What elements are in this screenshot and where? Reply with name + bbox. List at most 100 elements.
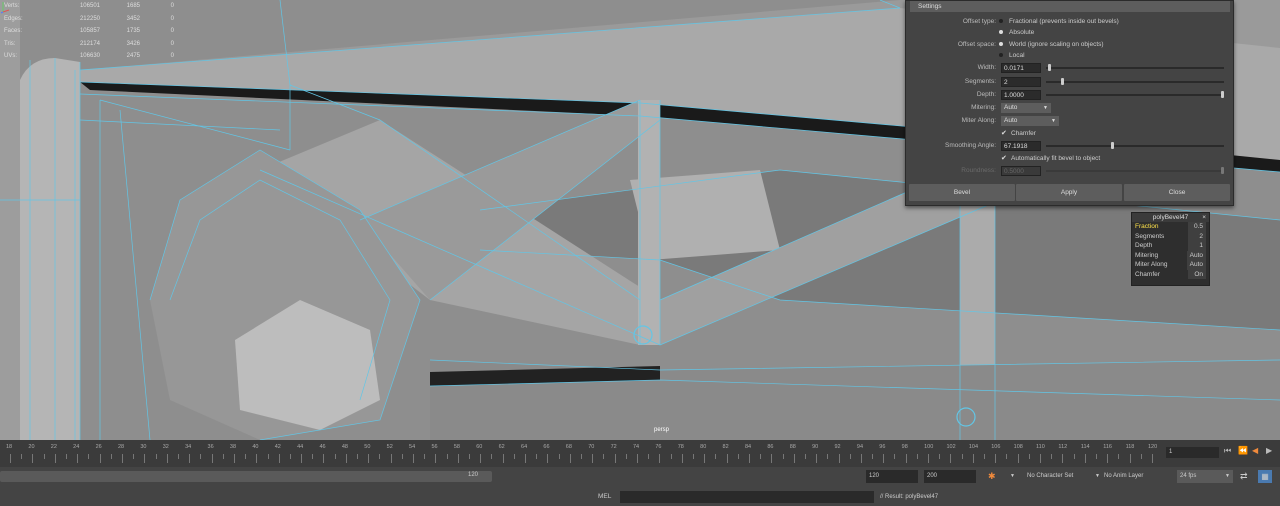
depth-slider[interactable] [1046, 94, 1224, 96]
close-icon[interactable]: × [1202, 213, 1206, 222]
character-set-dropdown[interactable]: No Character Set [1027, 470, 1073, 483]
auto-fit-label: Automatically fit bevel to object [1011, 155, 1101, 162]
timeline-tick [278, 454, 280, 463]
timeline-tick [614, 454, 616, 463]
range-slider-track[interactable] [0, 471, 492, 482]
timeline-tick [984, 454, 986, 459]
channel-row[interactable]: Segments 2 [1132, 231, 1209, 241]
roundness-slider[interactable] [1046, 170, 1224, 172]
current-frame-field[interactable]: 1 [1166, 447, 1219, 458]
fps-dropdown[interactable]: 24 fps ▼ [1177, 470, 1233, 483]
timeline-tick [760, 454, 762, 459]
channel-value[interactable]: 2 [1188, 231, 1206, 241]
depth-slider-handle[interactable] [1221, 91, 1224, 98]
width-slider-handle[interactable] [1048, 64, 1051, 71]
channel-row[interactable]: Mitering Auto [1132, 250, 1209, 260]
timeline-tick [424, 454, 426, 459]
offset-type-absolute-radio[interactable]: Absolute [999, 29, 1034, 36]
channel-value[interactable]: Auto [1186, 260, 1206, 270]
bevel-button[interactable]: Bevel [909, 184, 1015, 201]
timeline-tick [939, 454, 941, 459]
channel-row[interactable]: Depth 1 [1132, 241, 1209, 251]
channel-row[interactable]: Fraction 0.5 [1132, 222, 1209, 232]
roundness-label: Roundness: [961, 167, 996, 174]
timeline-tick [502, 454, 504, 463]
timeline-tick [211, 454, 213, 463]
radio-label: World (ignore scaling on objects) [1009, 41, 1104, 48]
anim-layer-dropdown[interactable]: No Anim Layer [1104, 470, 1143, 483]
offset-space-world-radio[interactable]: World (ignore scaling on objects) [999, 41, 1104, 48]
preferences-icon[interactable]: ▦ [1258, 470, 1272, 483]
radio-icon [999, 19, 1003, 24]
timeline-tick [301, 454, 303, 463]
timeline-tick-label: 70 [588, 444, 595, 450]
play-backward-icon[interactable]: ◀ [1252, 446, 1258, 455]
channel-row[interactable]: Miter Along Auto [1132, 260, 1209, 270]
close-button[interactable]: Close [1124, 184, 1230, 201]
timeline-tick [793, 454, 795, 463]
timeline-tick-label: 50 [364, 444, 371, 450]
timeline-tick-label: 118 [1125, 444, 1135, 450]
timeline-tick [32, 454, 34, 463]
time-ruler[interactable]: 18 20 22 24 26 28 30 32 34 36 38 40 42 44 46 48 50 52 54 56… [0, 440, 1162, 467]
hud-value: 212250 [79, 15, 100, 22]
segments-slider[interactable] [1046, 81, 1224, 83]
roundness-field[interactable]: 0.5000 [1001, 166, 1041, 176]
timeline-tick [659, 454, 661, 463]
hud-row-verts: Verts: 106501 1685 0 [4, 0, 174, 13]
settings-header[interactable]: Settings [910, 1, 1230, 12]
timeline-tick [670, 454, 672, 459]
channel-value[interactable]: 1 [1188, 241, 1206, 251]
channel-value[interactable]: Auto [1186, 250, 1206, 260]
smoothing-angle-slider-handle[interactable] [1111, 142, 1114, 149]
depth-field[interactable]: 1.0000 [1001, 90, 1041, 100]
offset-space-local-radio[interactable]: Local [999, 52, 1025, 59]
character-set-icon[interactable]: ✱ [988, 470, 996, 483]
channel-value[interactable]: 0.5 [1188, 222, 1206, 232]
timeline-tick [1096, 454, 1098, 459]
apply-button[interactable]: Apply [1016, 184, 1122, 201]
smoothing-angle-slider[interactable] [1046, 145, 1224, 147]
chevron-down-icon: ▼ [1225, 473, 1230, 479]
play-forward-icon[interactable]: ▶ [1266, 446, 1272, 455]
timeline-tick [648, 454, 650, 459]
timeline-tick [692, 454, 694, 459]
timeline-tick-label: 78 [677, 444, 684, 450]
channel-row[interactable]: Chamfer On [1132, 269, 1209, 279]
command-input[interactable] [620, 491, 874, 503]
hud-label: Faces: [4, 28, 23, 35]
mel-mode-label[interactable]: MEL [598, 493, 611, 500]
segments-slider-handle[interactable] [1061, 78, 1064, 85]
smoothing-angle-field[interactable]: 67.1918 [1001, 141, 1041, 151]
step-back-icon[interactable]: ⏪ [1238, 446, 1248, 455]
timeline-tick-label: 36 [207, 444, 214, 450]
radio-label: Fractional (prevents inside out bevels) [1009, 18, 1119, 25]
timeline-tick [603, 454, 605, 459]
loop-icon[interactable]: ⇄ [1240, 470, 1248, 483]
playback-end-field[interactable]: 200 [924, 470, 976, 483]
auto-fit-checkbox[interactable]: ✔ Automatically fit bevel to object [1001, 155, 1100, 162]
timeline-tick-label: 60 [476, 444, 483, 450]
roundness-slider-handle[interactable] [1221, 167, 1224, 174]
width-slider[interactable] [1046, 67, 1224, 69]
poly-count-hud: Verts: 106501 1685 0 Edges: 212250 3452 0 Face… [4, 0, 174, 63]
miter-along-dropdown[interactable]: Auto ▼ [1001, 116, 1059, 126]
timeline-tick-label: 72 [610, 444, 617, 450]
channel-value[interactable]: On [1188, 269, 1206, 279]
hud-row-edges: Edges: 212250 3452 0 [4, 13, 174, 26]
timeline-tick [1129, 454, 1131, 463]
playback-start-field[interactable]: 120 [866, 470, 918, 483]
segments-field[interactable]: 2 [1001, 77, 1041, 87]
timeline-tick-label: 48 [341, 444, 348, 450]
timeline-tick [715, 454, 717, 459]
offset-type-fractional-radio[interactable]: Fractional (prevents inside out bevels) [999, 18, 1119, 25]
mitering-dropdown[interactable]: Auto ▼ [1001, 103, 1051, 113]
chamfer-checkbox[interactable]: ✔ Chamfer [1001, 130, 1036, 137]
offset-space-label: Offset space: [957, 41, 996, 48]
width-field[interactable]: 0.0171 [1001, 63, 1041, 73]
segments-label: Segments: [964, 78, 996, 85]
timeline-tick [491, 454, 493, 459]
channel-box-title: polyBevel47 × [1132, 213, 1209, 222]
time-slider[interactable]: 18 20 22 24 26 28 30 32 34 36 38 40 42 44 46 48 50 52 54 56… [0, 440, 1280, 467]
go-to-start-icon[interactable]: ⏮ [1224, 446, 1231, 456]
